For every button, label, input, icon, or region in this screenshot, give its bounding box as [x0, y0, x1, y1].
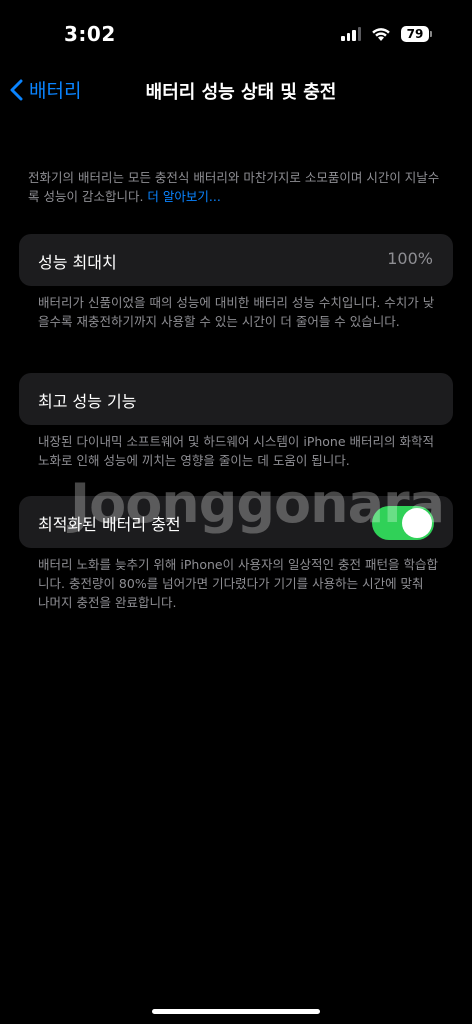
peak-performance-note: 내장된 다이내믹 소프트웨어 및 하드웨어 시스템이 iPhone 배터리의 화… — [38, 434, 434, 468]
home-indicator[interactable] — [152, 1009, 320, 1014]
optimized-charging-label: 최적화된 배터리 충전 — [38, 515, 181, 534]
status-bar: 3:02 79 — [0, 0, 472, 70]
learn-more-link[interactable]: 더 알아보기... — [147, 189, 220, 204]
toggle-knob — [402, 508, 432, 538]
optimized-charging-toggle[interactable] — [372, 506, 434, 540]
max-capacity-row: 성능 최대치 100% — [19, 234, 453, 286]
status-time: 3:02 — [64, 22, 116, 46]
cellular-signal-icon — [341, 27, 361, 41]
optimized-charging-row: 최적화된 배터리 충전 — [19, 496, 453, 548]
status-icons: 79 — [341, 26, 432, 42]
max-capacity-label: 성능 최대치 — [38, 253, 117, 272]
navigation-bar: 배터리 배터리 성능 상태 및 충전 — [0, 74, 472, 110]
max-capacity-value: 100% — [387, 249, 433, 268]
battery-icon: 79 — [401, 26, 432, 42]
peak-performance-label: 최고 성능 기능 — [38, 392, 137, 411]
battery-percent: 79 — [401, 26, 429, 42]
optimized-charging-note: 배터리 노화를 늦추기 위해 iPhone이 사용자의 일상적인 충전 패턴을 … — [38, 557, 438, 610]
intro-text: 전화기의 배터리는 모든 충전식 배터리와 마찬가지로 소모품이며 시간이 지날… — [28, 168, 448, 206]
page-title: 배터리 성능 상태 및 충전 — [145, 82, 337, 103]
peak-performance-row: 최고 성능 기능 — [19, 373, 453, 425]
max-capacity-note: 배터리가 신품이었을 때의 성능에 대비한 배터리 성능 수치입니다. 수치가 … — [38, 295, 435, 329]
wifi-icon — [372, 27, 390, 41]
intro-description: 전화기의 배터리는 모든 충전식 배터리와 마찬가지로 소모품이며 시간이 지날… — [28, 170, 440, 204]
